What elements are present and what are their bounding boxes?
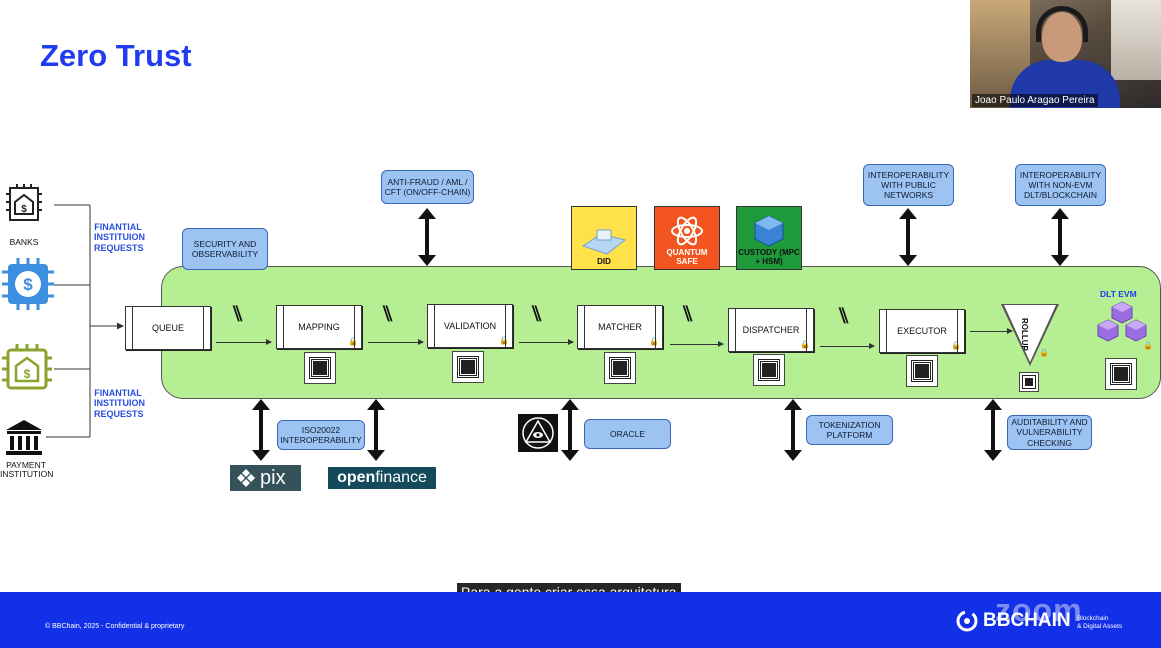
svg-text:$: $: [23, 275, 33, 294]
headphones-icon: [1036, 6, 1088, 42]
antifraud-box: ANTI-FRAUD / AML / CFT (ON/OFF-CHAIN): [381, 170, 474, 204]
interop-public-box: INTEROPERABILITY WITH PUBLIC NETWORKS: [863, 164, 954, 206]
bbchain-brand-text: BBCHAIN: [983, 610, 1071, 631]
svg-text:$: $: [24, 367, 31, 381]
executor-label: EXECUTOR: [897, 326, 947, 336]
executor-stage: EXECUTOR 🔒: [879, 309, 965, 353]
slide-title: Zero Trust: [40, 38, 192, 73]
lock-icon: 🔒: [951, 341, 961, 350]
tokenization-box: TOKENIZATION PLATFORM: [806, 415, 893, 445]
eye-triangle-icon: [518, 414, 558, 452]
bbchain-tagline-line1: Blockchain: [1077, 615, 1109, 622]
flow-arrow: [670, 341, 724, 347]
background-window: [1111, 0, 1161, 80]
openfinance-logo: open finance: [328, 467, 436, 489]
interop-public-arrow: [899, 208, 917, 266]
quantum-badge: QUANTUM SAFE: [654, 206, 720, 270]
kafka-icon: ⑊: [530, 301, 544, 326]
iso-arrow-right: [367, 399, 385, 461]
audit-box: AUDITABILITY AND VULNERABILITY CHECKING: [1007, 415, 1092, 450]
kafka-icon: ⑊: [231, 301, 245, 326]
atom-icon: [671, 216, 703, 246]
slide-footer: © BBChain, 2025 - Confidential & proprie…: [0, 592, 1161, 648]
lock-icon: 🔒: [348, 337, 358, 346]
antifraud-arrow: [418, 208, 436, 266]
oracle-arrow: [561, 399, 579, 461]
did-icon: [581, 229, 627, 255]
lock-icon: 🔒: [800, 340, 810, 349]
dlt-evm-label: DLT EVM: [1100, 289, 1137, 299]
flow-arrow: [368, 339, 424, 345]
chip-icon: [906, 355, 938, 387]
queue-label: QUEUE: [151, 323, 184, 333]
flow-arrow: [820, 343, 875, 349]
security-observability-box: SECURITY AND OBSERVABILITY: [182, 228, 268, 270]
pix-icon: [237, 469, 255, 487]
lock-icon: 🔒: [1143, 341, 1153, 350]
mapping-label: MAPPING: [298, 322, 340, 332]
kafka-icon: ⑊: [381, 301, 395, 326]
chip-icon: [604, 352, 636, 384]
did-badge: DID: [571, 206, 637, 270]
dispatcher-stage: DISPATCHER 🔒: [728, 308, 814, 352]
kafka-icon: ⑊: [681, 301, 695, 326]
lock-icon: 🔒: [649, 337, 659, 346]
interop-non-evm-box: INTEROPERABILITY WITH NON-EVM DLT/BLOCKC…: [1015, 164, 1106, 206]
dlt-cubes-icon: [1097, 301, 1147, 342]
mapping-stage: MAPPING 🔒: [276, 305, 362, 349]
svg-text:$: $: [21, 204, 27, 215]
oracle-box: ORACLE: [584, 419, 671, 449]
institution-icon: [6, 420, 42, 455]
openfinance-finance-text: finance: [375, 469, 427, 486]
flow-arrow: [216, 339, 272, 345]
bank-chip-icon: $: [6, 184, 42, 221]
pix-logo-text: pix: [260, 466, 286, 489]
rollup-label: ROLLUP: [1020, 318, 1029, 351]
audit-arrow: [984, 399, 1002, 461]
did-label: DID: [597, 256, 611, 266]
payment-institution-label: PAYMENT INSTITUTION: [0, 460, 54, 480]
pix-logo: pix: [230, 465, 301, 491]
custody-badge: CUSTODY (MPC + HSM): [736, 206, 802, 270]
chip-icon: [1019, 372, 1039, 392]
participant-name: Joao Paulo Aragao Pereira: [972, 94, 1098, 107]
bbchain-logo: BBCHAIN: [955, 609, 1071, 633]
iso20022-box: ISO20022 INTEROPERABILITY: [277, 420, 365, 450]
quantum-label: QUANTUM SAFE: [666, 248, 708, 266]
chip-icon: [304, 352, 336, 384]
iso-arrow-left: [252, 399, 270, 461]
matcher-stage: MATCHER 🔒: [577, 305, 663, 349]
banks-label: BANKS: [9, 237, 39, 247]
webcam-video[interactable]: Joao Paulo Aragao Pereira: [970, 0, 1161, 108]
validation-stage: VALIDATION 🔒: [427, 304, 513, 348]
tokenization-arrow: [784, 399, 802, 461]
openfinance-open-text: open: [337, 469, 376, 486]
green-bank-chip-icon: $: [2, 344, 52, 390]
bbchain-tagline: Blockchain & Digital Assets: [1077, 615, 1122, 631]
interop-non-evm-arrow: [1051, 208, 1069, 266]
dispatcher-label: DISPATCHER: [742, 325, 800, 335]
queue-stage: QUEUE: [125, 306, 211, 350]
kafka-icon: ⑊: [837, 303, 851, 328]
bbchain-tagline-line2: & Digital Assets: [1077, 622, 1123, 630]
dollar-chip-icon: $: [2, 258, 54, 310]
chip-icon: [753, 354, 785, 386]
lock-icon: 🔒: [499, 336, 509, 345]
flow-arrow: [519, 339, 574, 345]
chip-icon: [1105, 358, 1137, 390]
matcher-label: MATCHER: [598, 322, 642, 332]
custody-cube-icon: [754, 215, 784, 247]
requests-label-bottom: FINANTIAL INSTITUION REQUESTS: [94, 388, 145, 419]
copyright-text: © BBChain, 2025 - Confidential & proprie…: [45, 623, 185, 630]
custody-label: CUSTODY (MPC + HSM): [738, 248, 800, 266]
lock-icon: 🔒: [1039, 348, 1049, 357]
chip-icon: [452, 351, 484, 383]
requests-label-top: FINANTIAL INSTITUION REQUESTS: [94, 222, 145, 253]
bbchain-logo-icon: [956, 610, 978, 632]
validation-label: VALIDATION: [443, 321, 497, 331]
